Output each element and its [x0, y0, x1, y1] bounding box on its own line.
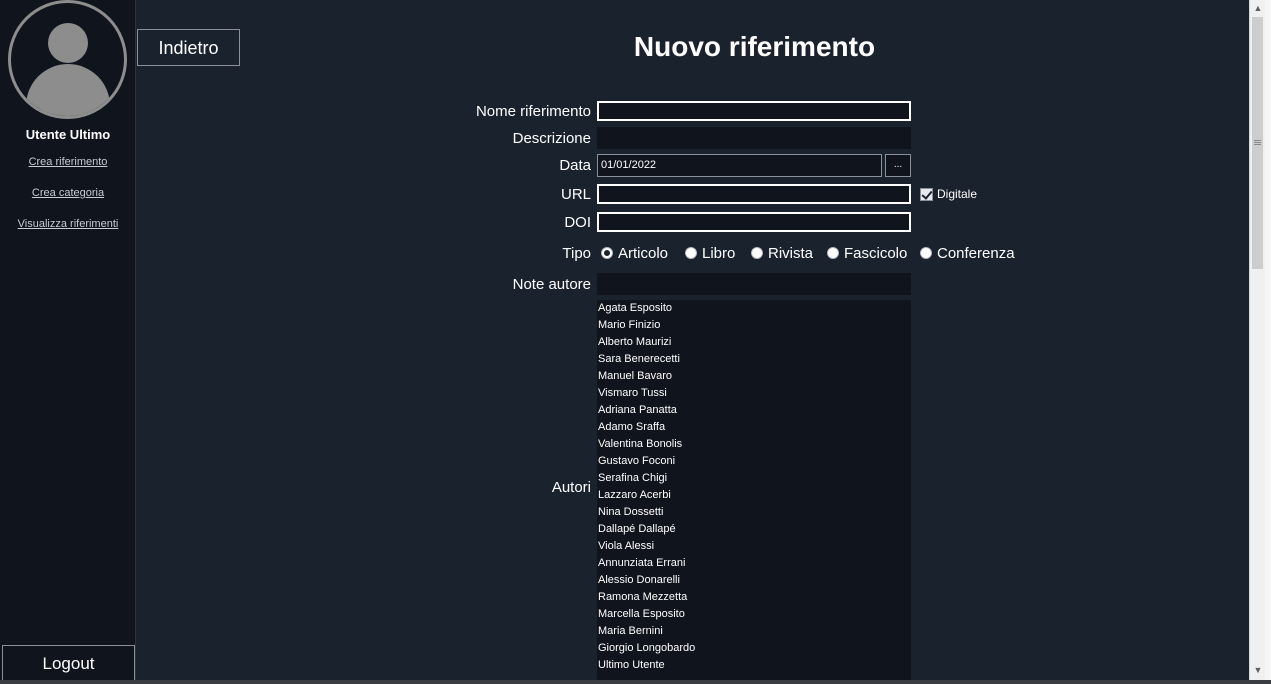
scroll-thumb[interactable] — [1252, 17, 1263, 269]
authors-list[interactable]: Agata Esposito Mario Finizio Alberto Mauri… — [597, 300, 911, 680]
author-list-item[interactable]: Alberto Maurizi — [597, 334, 911, 351]
name-field[interactable] — [597, 101, 911, 121]
description-field[interactable] — [597, 127, 911, 149]
type-radio-fascicolo[interactable] — [827, 247, 839, 259]
doi-label: DOI — [564, 214, 591, 231]
scroll-grip — [1254, 142, 1261, 143]
sidebar-link-visualizza-riferimenti[interactable]: Visualizza riferimenti — [0, 218, 136, 230]
author-list-item[interactable]: Manuel Bavaro — [597, 368, 911, 385]
author-list-item[interactable]: Marcella Esposito — [597, 606, 911, 623]
scroll-up-icon[interactable]: ▲ — [1250, 0, 1266, 16]
sidebar-link-crea-riferimento[interactable]: Crea riferimento — [0, 156, 136, 168]
page-title: Nuovo riferimento — [633, 31, 876, 62]
avatar-icon — [8, 0, 127, 119]
date-picker-button[interactable]: ... — [885, 154, 911, 177]
taskbar-strip — [0, 680, 1271, 684]
author-notes-label: Note autore — [512, 276, 591, 293]
type-label-libro: Libro — [702, 245, 736, 262]
author-list-item[interactable]: Annunziata Errani — [597, 555, 911, 572]
type-radio-rivista[interactable] — [751, 247, 763, 259]
author-list-item[interactable]: Sara Benerecetti — [597, 351, 911, 368]
vertical-scrollbar[interactable]: ▲ ▼ — [1249, 0, 1265, 680]
author-list-item[interactable]: Giorgio Longobardo — [597, 640, 911, 657]
type-label-articolo: Articolo — [618, 245, 669, 262]
date-field[interactable]: 01/01/2022 — [597, 154, 882, 177]
author-list-item[interactable]: Maria Bernini — [597, 623, 911, 640]
author-list-item[interactable]: Valentina Bonolis — [597, 436, 911, 453]
desktop-background — [1265, 0, 1271, 684]
author-notes-field[interactable] — [597, 273, 911, 295]
author-list-item[interactable]: Serafina Chigi — [597, 470, 911, 487]
type-label: Tipo — [562, 245, 591, 262]
sidebar-link-crea-categoria[interactable]: Crea categoria — [0, 187, 136, 199]
authors-label: Autori — [551, 479, 591, 496]
description-label: Descrizione — [512, 130, 591, 147]
author-list-item[interactable]: Alessio Donarelli — [597, 572, 911, 589]
type-label-conferenza: Conferenza — [937, 245, 1015, 262]
doi-field[interactable] — [597, 212, 911, 232]
author-list-item[interactable]: Vismaro Tussi — [597, 385, 911, 402]
avatar-body — [26, 64, 110, 116]
main-panel: Indietro Nuovo riferimento Nome riferime… — [136, 0, 1249, 680]
sidebar: Utente Ultimo Crea riferimento Crea cate… — [0, 0, 136, 680]
url-field[interactable] — [597, 184, 911, 204]
author-list-item[interactable]: Mario Finizio — [597, 317, 911, 334]
author-list-item[interactable]: Gustavo Foconi — [597, 453, 911, 470]
date-label: Data — [559, 157, 591, 174]
author-list-item[interactable]: Adamo Sraffa — [597, 419, 911, 436]
avatar-head — [48, 23, 88, 63]
digital-label: Digitale — [937, 187, 978, 201]
author-list-item[interactable]: Ramona Mezzetta — [597, 589, 911, 606]
scroll-grip — [1254, 140, 1261, 141]
username-label: Utente Ultimo — [25, 127, 111, 142]
author-list-item[interactable]: Dallapé Dallapé — [597, 521, 911, 538]
type-radio-libro[interactable] — [685, 247, 697, 259]
author-list-item[interactable]: Ultimo Utente — [597, 657, 911, 674]
author-list-item[interactable]: Adriana Panatta — [597, 402, 911, 419]
author-list-item[interactable]: Lazzaro Acerbi — [597, 487, 911, 504]
author-list-item[interactable]: Viola Alessi — [597, 538, 911, 555]
type-radio-articolo[interactable] — [601, 247, 613, 259]
scroll-down-icon[interactable]: ▼ — [1250, 662, 1266, 678]
author-list-item[interactable]: Agata Esposito — [597, 300, 911, 317]
type-label-fascicolo: Fascicolo — [844, 245, 908, 262]
author-list-item[interactable]: Nina Dossetti — [597, 504, 911, 521]
logout-button[interactable]: Logout — [2, 645, 135, 680]
name-label: Nome riferimento — [475, 103, 591, 120]
type-label-rivista: Rivista — [768, 245, 814, 262]
scroll-grip — [1254, 144, 1261, 145]
digital-checkbox[interactable] — [920, 188, 933, 201]
type-radio-conferenza[interactable] — [920, 247, 932, 259]
url-label: URL — [560, 186, 591, 203]
